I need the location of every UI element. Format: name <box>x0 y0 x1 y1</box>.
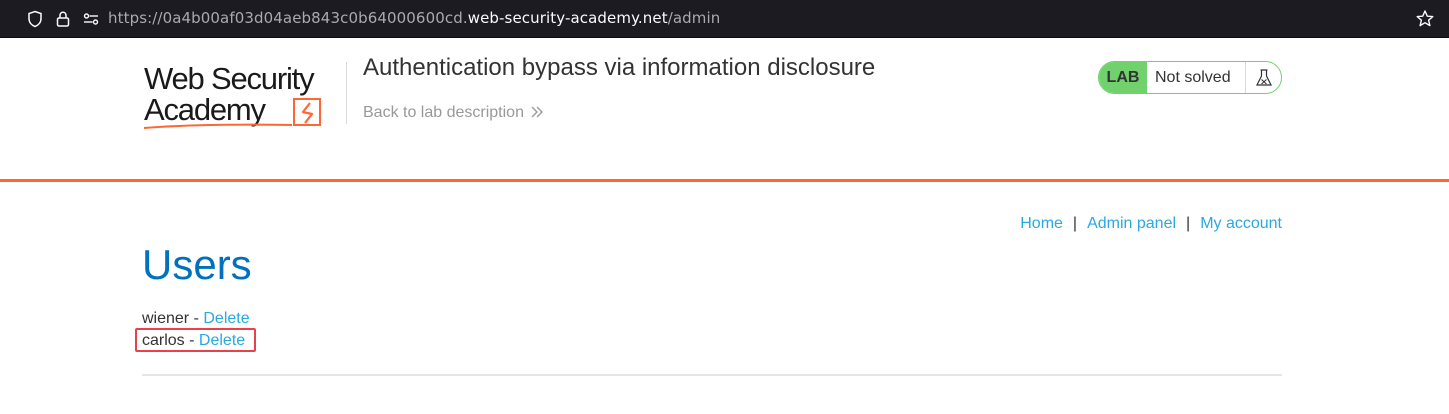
url-path: /admin <box>667 9 721 27</box>
lock-icon[interactable] <box>54 10 72 28</box>
back-to-lab-description-link[interactable]: Back to lab description <box>363 104 544 122</box>
separator-dash: - <box>189 310 204 327</box>
top-navigation: Home | Admin panel | My account <box>1020 215 1282 233</box>
nav-admin-panel-link[interactable]: Admin panel <box>1087 215 1176 232</box>
nav-home-link[interactable]: Home <box>1020 215 1063 232</box>
url-prefix: https://0a4b00af03d04aeb843c0b64000600cd… <box>108 9 468 27</box>
page-title: Users <box>142 241 252 288</box>
highlight-box <box>135 328 256 352</box>
back-link-label: Back to lab description <box>363 104 524 121</box>
nav-my-account-link[interactable]: My account <box>1200 215 1282 232</box>
shield-icon[interactable] <box>26 10 44 28</box>
lab-title: Authentication bypass via information di… <box>363 54 876 81</box>
double-chevron-right-icon <box>531 106 543 118</box>
lab-header: Web Security Academy Authentication bypa… <box>0 38 1449 182</box>
web-security-academy-logo[interactable]: Web Security Academy <box>142 58 352 134</box>
delete-user-link[interactable]: Delete <box>203 310 249 327</box>
lab-status-widget: LAB Not solved <box>1098 61 1282 94</box>
nav-separator: | <box>1186 215 1191 232</box>
logo-line2: Academy <box>144 92 267 127</box>
browser-url-bar: https://0a4b00af03d04aeb843c0b64000600cd… <box>0 0 1449 38</box>
bookmark-star-icon[interactable] <box>1415 9 1435 29</box>
logo-divider <box>346 62 347 124</box>
logo-line1: Web Security <box>144 61 315 96</box>
flask-icon-container <box>1245 62 1281 93</box>
url-domain: web-security-academy.net <box>467 9 668 27</box>
username: wiener <box>142 310 190 327</box>
lab-status-text: Not solved <box>1155 68 1231 86</box>
nav-separator: | <box>1072 215 1078 232</box>
permissions-icon[interactable] <box>82 10 100 28</box>
url-field[interactable]: https://0a4b00af03d04aeb843c0b64000600cd… <box>108 9 720 27</box>
content-divider <box>142 374 1282 376</box>
lab-tag: LAB <box>1099 62 1147 93</box>
flask-icon <box>1255 68 1272 86</box>
